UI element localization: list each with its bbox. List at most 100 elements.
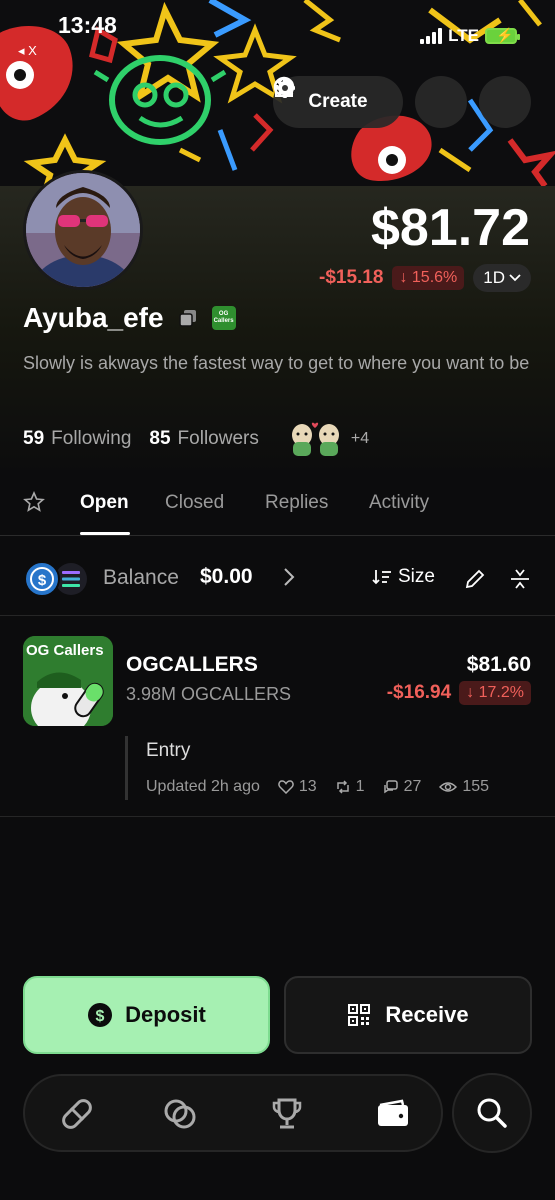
heart-icon	[278, 780, 294, 794]
token-logo-label: OG Callers	[26, 642, 104, 659]
username-row: Ayuba_efe OG Callers	[23, 302, 236, 334]
og-callers-badge-label: OG Callers	[213, 311, 234, 324]
portfolio-change: -$15.18 ↓ 15.6% 1D	[319, 264, 531, 292]
comments-stat[interactable]: 27	[383, 778, 422, 796]
range-selector[interactable]: 1D	[473, 264, 531, 292]
copy-icon[interactable]	[178, 308, 198, 328]
views-stat: 155	[439, 778, 489, 796]
followers-label: Followers	[177, 428, 259, 449]
back-to-app-link[interactable]: ◂ X	[18, 43, 37, 59]
wallet-actions: $ Deposit Receive	[23, 976, 532, 1054]
chevron-down-icon	[509, 274, 521, 282]
note-bar	[125, 736, 128, 800]
nav-coins[interactable]	[160, 1094, 200, 1134]
repost-icon	[336, 780, 349, 794]
qr-code-icon	[348, 1004, 371, 1026]
deposit-button[interactable]: $ Deposit	[23, 976, 270, 1054]
comment-icon	[383, 780, 398, 794]
signal-icon	[420, 28, 443, 44]
username: Ayuba_efe	[23, 302, 164, 333]
eye-icon	[439, 782, 458, 792]
following-label: Following	[51, 428, 132, 449]
followers-link[interactable]: 85 Followers	[149, 428, 258, 450]
updated-time: Updated 2h ago	[146, 778, 260, 795]
settings-button[interactable]	[275, 76, 531, 128]
position-note: Entry	[146, 740, 191, 761]
position-meta: Updated 2h ago 13 1 27 155	[146, 778, 489, 796]
profile-banner: 13:48 ◂ X LTE ⚡ Create	[0, 0, 555, 186]
pill-icon	[62, 1099, 92, 1129]
profile-bio: Slowly is akways the fastest way to get …	[23, 353, 530, 373]
status-time: 13:48	[58, 12, 117, 38]
receive-label: Receive	[385, 1002, 469, 1027]
token-logo: OG Callers	[23, 636, 113, 726]
collapse-icon[interactable]	[509, 568, 531, 590]
profile-tabs: Open Closed Replies Activity	[0, 480, 555, 536]
usdc-solana-icon: $	[24, 561, 87, 597]
portfolio-change-pct: ↓ 15.6%	[392, 266, 465, 290]
likes-count: 13	[298, 778, 317, 795]
divider	[0, 816, 555, 817]
network-label: LTE	[448, 26, 479, 45]
pencil-icon[interactable]	[464, 568, 486, 590]
position-row[interactable]: OG Callers OGCALLERS 3.98M OGCALLERS $81…	[0, 620, 555, 815]
nav-pill[interactable]	[57, 1094, 97, 1134]
range-label: 1D	[483, 268, 505, 287]
active-tab-indicator	[80, 532, 130, 535]
star-icon[interactable]	[23, 491, 45, 513]
token-value: $81.60	[466, 653, 531, 676]
sort-size-label: Size	[398, 566, 435, 587]
svg-text:$: $	[96, 1008, 105, 1025]
create-label: Create	[308, 91, 368, 112]
token-change: -$16.94 ↓ 17.2%	[387, 681, 531, 705]
token-change-pct: ↓ 17.2%	[459, 681, 531, 705]
receive-button[interactable]: Receive	[284, 976, 532, 1054]
wallet-icon	[378, 1099, 408, 1126]
search-button[interactable]	[452, 1073, 532, 1153]
tab-open[interactable]: Open	[80, 492, 129, 514]
nav-wallet[interactable]	[373, 1094, 413, 1134]
portfolio-change-amount: -$15.18	[319, 267, 384, 288]
chevron-right-icon[interactable]	[282, 566, 296, 588]
token-name: OGCALLERS	[126, 653, 258, 676]
sort-icon	[372, 570, 391, 585]
reposts-stat[interactable]: 1	[335, 778, 365, 796]
svg-text:$: $	[38, 572, 47, 589]
follow-stats: 59 Following 85 Followers +4	[23, 420, 369, 458]
token-change-amount: -$16.94	[386, 682, 452, 703]
portfolio-total-value: $81.72	[370, 199, 530, 257]
extra-followers-count: +4	[350, 430, 370, 447]
reposts-count: 1	[355, 778, 365, 795]
search-icon	[477, 1098, 507, 1128]
comments-count: 27	[403, 778, 422, 795]
follower-avatars-image	[291, 422, 339, 456]
likes-stat[interactable]: 13	[278, 778, 317, 796]
balance-value: $0.00	[200, 565, 253, 588]
followers-count: 85	[149, 428, 171, 449]
avatar[interactable]	[23, 170, 143, 290]
tab-replies[interactable]: Replies	[265, 492, 328, 514]
following-count: 59	[23, 428, 45, 449]
gear-icon	[275, 78, 295, 98]
following-link[interactable]: 59 Following	[23, 428, 131, 450]
tab-closed[interactable]: Closed	[165, 492, 224, 514]
og-callers-badge: OG Callers	[211, 306, 236, 330]
nav-trophy[interactable]	[267, 1094, 307, 1134]
bottom-nav	[23, 1074, 443, 1152]
status-indicators: LTE ⚡	[420, 26, 520, 46]
coins-icon	[164, 1099, 196, 1129]
trophy-icon	[272, 1098, 302, 1129]
battery-icon: ⚡	[485, 27, 520, 44]
token-quantity: 3.98M OGCALLERS	[126, 684, 292, 704]
share-button[interactable]	[275, 76, 467, 128]
tab-activity[interactable]: Activity	[369, 492, 429, 514]
follower-avatars[interactable]: +4	[285, 420, 369, 458]
balance-label: Balance	[103, 566, 179, 589]
views-count: 155	[462, 778, 490, 795]
sort-size-button[interactable]: Size	[372, 566, 435, 588]
balance-row: $ Balance $0.00 Size	[0, 556, 555, 602]
avatar-image	[26, 173, 140, 287]
status-bar: 13:48 ◂ X LTE ⚡	[0, 0, 555, 59]
deposit-label: Deposit	[125, 1002, 206, 1027]
divider	[0, 615, 555, 616]
